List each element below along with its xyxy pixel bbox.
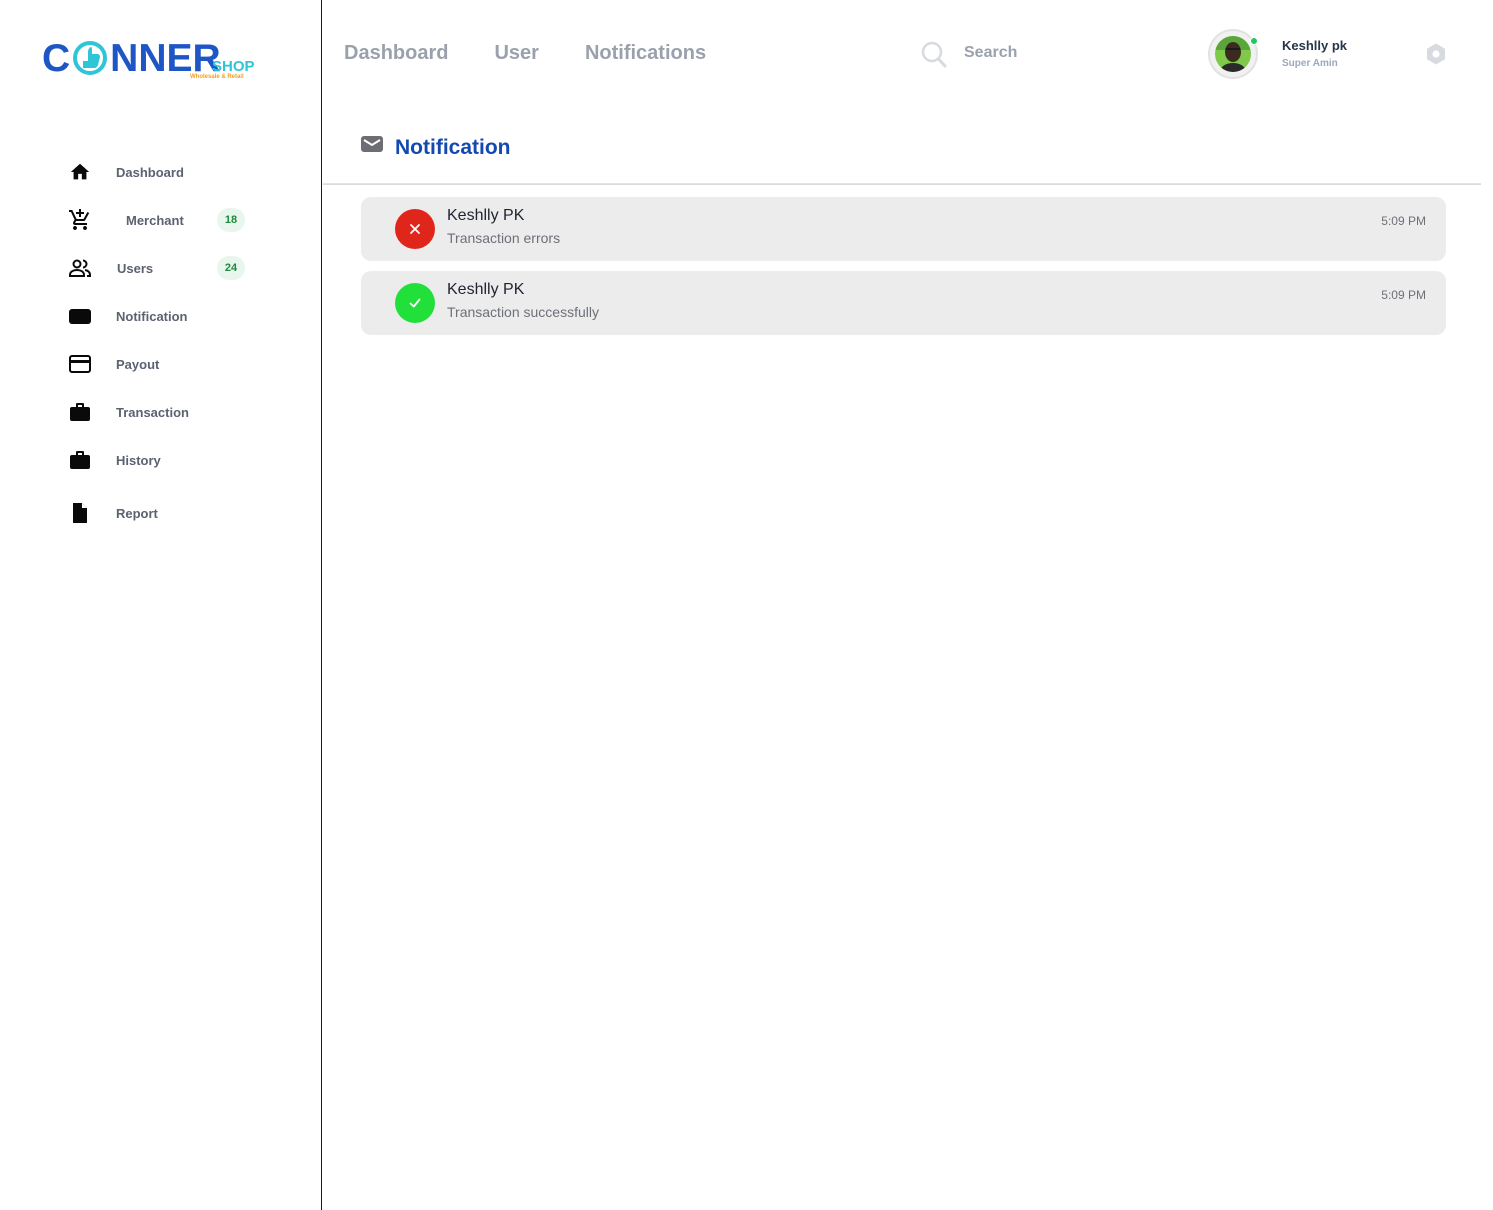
error-status-icon: [395, 209, 435, 249]
count-badge: 24: [217, 256, 245, 280]
logo-tagline: Wholesale & Retail: [190, 74, 244, 80]
user-role: Super Amin: [1282, 58, 1338, 69]
top-nav: Dashboard User Notifications: [344, 42, 752, 65]
sidebar: C NNER SHOP Wholesale & Retail Dashboard …: [0, 0, 322, 1210]
sidebar-item-users[interactable]: Users 24: [68, 254, 245, 282]
search-bar: [920, 40, 1100, 72]
top-nav-user[interactable]: User: [494, 42, 538, 65]
search-icon[interactable]: [920, 40, 948, 75]
thumbs-up-icon: [70, 39, 110, 75]
search-input[interactable]: [964, 44, 1094, 62]
envelope-icon: [360, 134, 384, 159]
credit-card-icon: [68, 352, 92, 376]
count-badge: 18: [217, 208, 245, 232]
notification-item[interactable]: Keshlly PK Transaction successfully 5:09…: [361, 271, 1446, 335]
users-icon: [68, 256, 92, 280]
logo-wordmark: C NNER: [42, 39, 221, 79]
user-photo: [1215, 36, 1251, 72]
brand-logo[interactable]: C NNER SHOP Wholesale & Retail: [42, 26, 257, 86]
notification-item[interactable]: Keshlly PK Transaction errors 5:09 PM: [361, 197, 1446, 261]
logo-letter-c: C: [42, 37, 71, 80]
briefcase-icon: [68, 400, 92, 424]
page-title: Notification: [395, 136, 511, 159]
online-status-dot: [1250, 37, 1258, 45]
success-status-icon: [395, 283, 435, 323]
sidebar-item-label: History: [116, 452, 161, 468]
top-nav-dashboard[interactable]: Dashboard: [344, 42, 448, 65]
sidebar-item-notification[interactable]: Notification: [68, 302, 188, 330]
gear-icon[interactable]: [1424, 42, 1448, 66]
sidebar-item-dashboard[interactable]: Dashboard: [68, 158, 184, 186]
sidebar-item-transaction[interactable]: Transaction: [68, 398, 189, 426]
home-icon: [68, 160, 92, 184]
header-divider: [323, 183, 1481, 185]
sidebar-item-history[interactable]: History: [68, 446, 161, 474]
notification-message: Transaction errors: [447, 230, 561, 246]
notification-message: Transaction successfully: [447, 304, 599, 320]
sidebar-item-report[interactable]: Report: [68, 499, 158, 527]
logo-shop: SHOP: [212, 58, 255, 75]
sidebar-item-label: Dashboard: [116, 164, 184, 180]
notification-icon: [68, 304, 92, 328]
notification-time: 5:09 PM: [1381, 288, 1426, 302]
check-icon: [409, 298, 421, 308]
sidebar-item-label: Users: [117, 260, 154, 276]
top-nav-notifications[interactable]: Notifications: [585, 42, 706, 65]
notification-sender: Keshlly PK: [447, 207, 525, 224]
notification-sender: Keshlly PK: [447, 281, 525, 298]
cart-add-icon: [68, 208, 92, 232]
sidebar-item-label: Payout: [116, 356, 160, 372]
sidebar-item-label: Report: [116, 505, 158, 521]
sidebar-item-label: Notification: [116, 308, 188, 324]
page-heading: Notification: [360, 134, 511, 159]
user-name: Keshlly pk: [1282, 38, 1348, 53]
avatar[interactable]: [1208, 29, 1258, 79]
sidebar-item-merchant[interactable]: Merchant 18: [68, 206, 245, 234]
sidebar-item-label: Transaction: [116, 404, 189, 420]
notification-time: 5:09 PM: [1381, 214, 1426, 228]
sidebar-item-label: Merchant: [126, 212, 184, 228]
briefcase-icon: [68, 448, 92, 472]
file-icon: [68, 501, 92, 525]
close-icon: [410, 224, 420, 234]
sidebar-item-payout[interactable]: Payout: [68, 350, 159, 378]
